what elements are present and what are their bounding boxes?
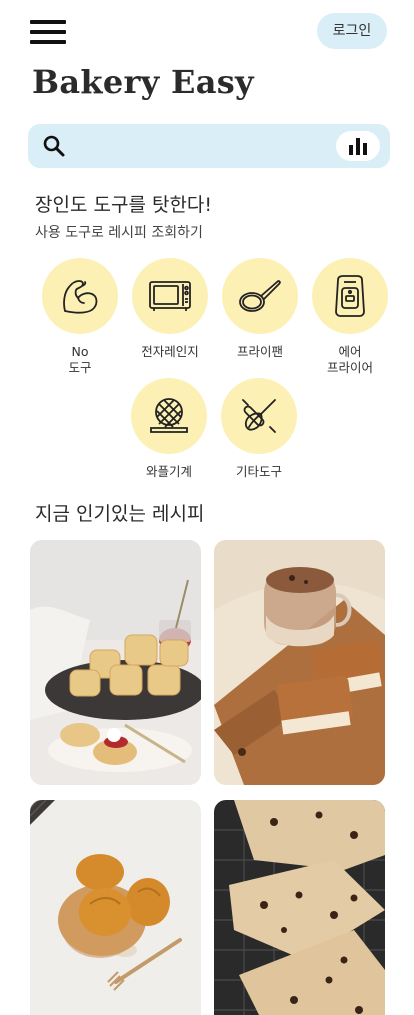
- chocolate-chip-scones-photo: [214, 800, 385, 1015]
- recipe-card-scones[interactable]: [30, 540, 201, 785]
- dalgona-coffee-and-lotus-biscuits-photo: [214, 540, 385, 785]
- air-fryer-icon: [335, 275, 365, 317]
- tool-air-fryer[interactable]: 에어 프라이어: [305, 258, 395, 376]
- microwave-icon: [149, 281, 191, 311]
- login-button[interactable]: 로그인: [317, 13, 387, 49]
- tool-waffle-maker[interactable]: 와플기계: [124, 378, 214, 480]
- chart-button[interactable]: [336, 131, 380, 161]
- tool-no-tool[interactable]: No 도구: [35, 258, 125, 376]
- recipe-card-dalgona-coffee[interactable]: [214, 540, 385, 785]
- app-title: Bakery Easy: [32, 63, 254, 101]
- madeleines-on-plate-photo: [30, 800, 201, 1015]
- tool-label: 전자레인지: [141, 344, 199, 359]
- waffle-maker-icon: [150, 398, 188, 433]
- tool-label: 프라이팬: [236, 344, 283, 359]
- whisk-rolling-pin-icon: [242, 399, 276, 433]
- tool-label: 와플기계: [145, 464, 192, 479]
- scones-with-jam-and-cream-photo: [30, 540, 201, 785]
- tool-label: 에어 프라이어: [326, 344, 373, 375]
- popular-section-title: 지금 인기있는 레시피: [35, 503, 205, 525]
- recipe-card-chocolate-chip-scones[interactable]: [214, 800, 385, 1015]
- bar-chart-icon: [349, 138, 367, 155]
- tools-section-title: 장인도 도구를 탓한다!: [35, 194, 213, 216]
- search-bar: [28, 124, 390, 168]
- flexed-arm-icon: [63, 280, 98, 314]
- tool-other[interactable]: 기타도구: [214, 378, 304, 480]
- tools-section-subtitle: 사용 도구로 레시피 조회하기: [35, 225, 203, 241]
- search-input[interactable]: [76, 132, 346, 160]
- search-icon[interactable]: [42, 134, 66, 158]
- tool-microwave[interactable]: 전자레인지: [125, 258, 215, 360]
- hamburger-menu-icon[interactable]: [30, 20, 66, 46]
- tool-frying-pan[interactable]: 프라이팬: [215, 258, 305, 360]
- tool-label: No 도구: [68, 344, 92, 375]
- tool-label: 기타도구: [235, 464, 282, 479]
- recipe-card-madeleines[interactable]: [30, 800, 201, 1015]
- frying-pan-icon: [239, 280, 281, 312]
